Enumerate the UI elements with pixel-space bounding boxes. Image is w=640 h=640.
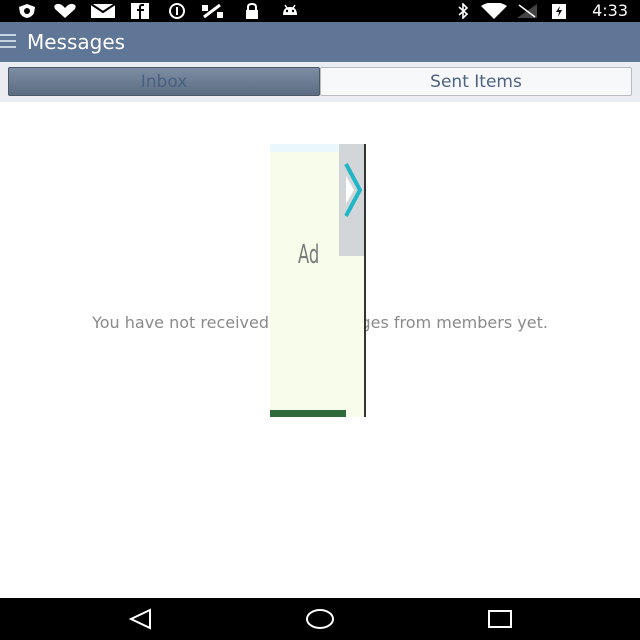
wifi-icon <box>480 3 508 19</box>
tab-bar: Inbox Sent Items <box>0 62 640 102</box>
battery-charging-icon <box>550 3 568 19</box>
tab-inbox[interactable]: Inbox <box>8 67 320 96</box>
navigation-bar <box>0 598 640 640</box>
heart-icon <box>52 3 78 19</box>
android-icon <box>280 3 300 19</box>
hamburger-menu-icon[interactable] <box>0 34 16 50</box>
ad-label: Ad <box>298 240 320 270</box>
home-icon[interactable] <box>304 606 336 632</box>
back-icon[interactable] <box>128 606 154 632</box>
bluetooth-icon <box>455 3 471 19</box>
tab-sent-items[interactable]: Sent Items <box>320 67 632 96</box>
shield-icon <box>17 3 37 19</box>
ad-banner[interactable]: Ad <box>270 144 366 417</box>
status-time: 4:33 <box>592 1 628 20</box>
ad-bottom-strip <box>270 410 346 417</box>
play-icon[interactable] <box>342 162 363 222</box>
status-bar: 4:33 <box>0 0 640 22</box>
satellite-icon <box>200 3 226 19</box>
recents-icon[interactable] <box>486 606 514 632</box>
no-signal-icon <box>515 3 539 19</box>
lock-icon <box>242 3 262 19</box>
page-title: Messages <box>27 30 126 54</box>
alert-icon <box>167 3 187 19</box>
mail-icon <box>90 3 116 19</box>
app-bar: Messages <box>0 22 640 62</box>
facebook-icon <box>130 3 150 19</box>
